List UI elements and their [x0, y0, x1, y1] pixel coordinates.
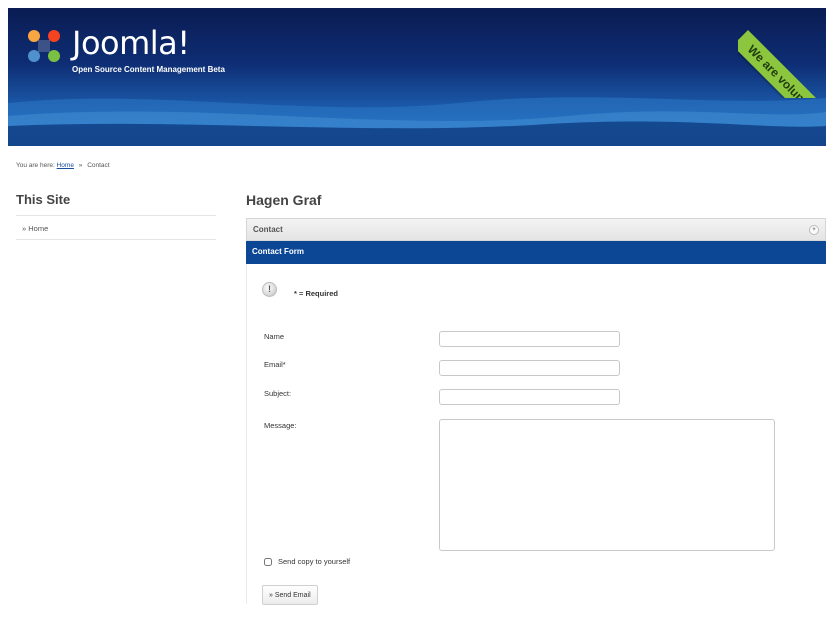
joomla-logo-icon	[28, 30, 60, 62]
logo-text: Joomla!	[72, 24, 190, 62]
sidebar-title: This Site	[16, 192, 216, 216]
info-icon: !	[262, 282, 277, 297]
send-email-button[interactable]: » Send Email	[262, 585, 318, 605]
send-copy-row[interactable]: Send copy to yourself	[264, 557, 350, 566]
subject-field[interactable]	[439, 389, 620, 405]
site-tagline: Open Source Content Management Beta	[72, 65, 225, 74]
breadcrumb: You are here: Home » Contact	[16, 162, 110, 169]
subject-label: Subject:	[264, 389, 292, 398]
message-label: Message:	[264, 421, 297, 430]
ribbon-text: We are volunteers	[738, 30, 826, 98]
main-content: Hagen Graf Contact + Contact Form ! * = …	[246, 192, 826, 605]
breadcrumb-separator: »	[78, 162, 83, 169]
sidebar-item-home[interactable]: » Home	[16, 216, 216, 240]
email-label: Email*	[264, 360, 286, 369]
breadcrumb-home-link[interactable]: Home	[57, 162, 74, 169]
required-note: * = Required	[294, 289, 338, 298]
sidebar: This Site » Home	[16, 192, 216, 240]
send-copy-label: Send copy to yourself	[278, 557, 351, 566]
contact-accordion-header[interactable]: Contact +	[246, 218, 826, 241]
volunteer-ribbon: We are volunteers	[738, 8, 826, 98]
name-field[interactable]	[439, 331, 620, 347]
contact-bar-label: Contact	[253, 225, 283, 234]
expand-toggle-icon[interactable]: +	[809, 225, 819, 235]
contact-form: ! * = Required Name Email* Subject: Mess…	[246, 264, 826, 605]
send-copy-checkbox[interactable]	[264, 557, 272, 566]
page-title: Hagen Graf	[246, 192, 322, 208]
message-textarea[interactable]	[439, 419, 775, 551]
site-header: Joomla! Open Source Content Management B…	[8, 8, 826, 146]
email-field[interactable]	[439, 360, 620, 376]
name-label: Name	[264, 332, 285, 341]
contact-form-header[interactable]: Contact Form	[246, 241, 826, 264]
breadcrumb-prefix: You are here:	[16, 162, 55, 169]
breadcrumb-current: Contact	[87, 162, 110, 169]
